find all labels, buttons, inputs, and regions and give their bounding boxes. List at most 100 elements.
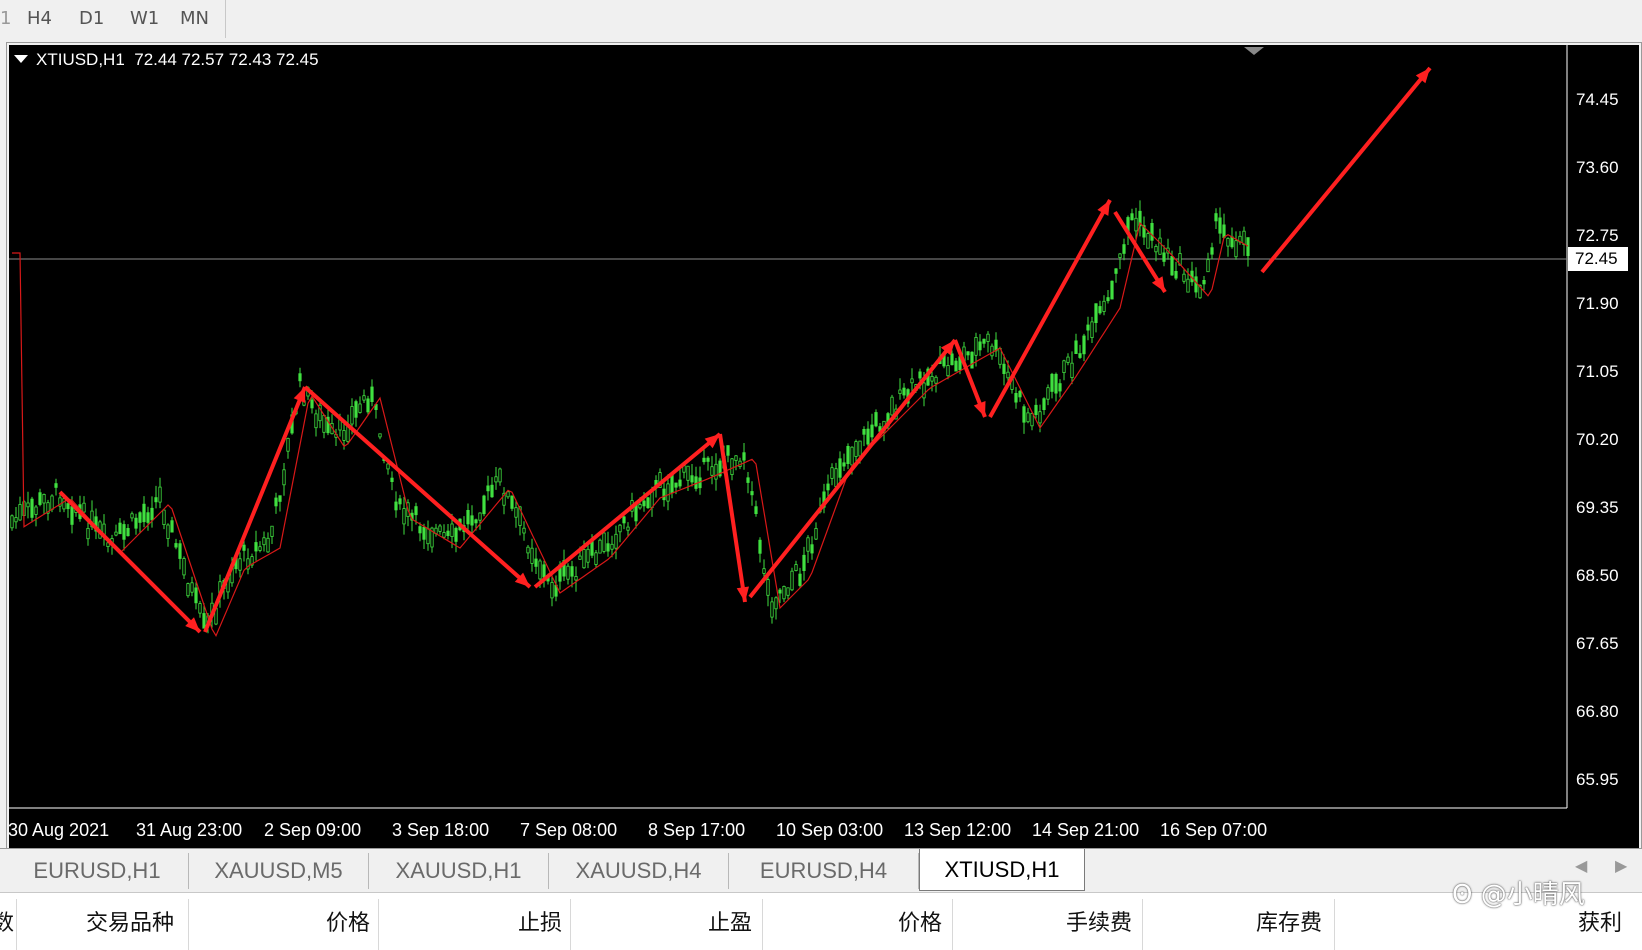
- column-header-symbol[interactable]: 交易品种: [86, 905, 174, 937]
- candle-body: [10, 515, 14, 529]
- tab-xauusd-m5[interactable]: XAUUSD,M5: [189, 853, 369, 889]
- candle-body: [550, 582, 554, 599]
- column-header-close-price[interactable]: 价格: [898, 905, 942, 937]
- candle-body: [990, 345, 994, 357]
- tab-scroll-left-icon[interactable]: ◀: [1575, 856, 1587, 875]
- candle-body: [486, 485, 490, 492]
- x-tick: 3 Sep 18:00: [392, 820, 490, 840]
- candle-body: [1074, 340, 1078, 354]
- candle-body: [750, 491, 754, 496]
- tab-xauusd-h4[interactable]: XAUUSD,H4: [549, 853, 729, 889]
- candle-body: [354, 401, 358, 418]
- candle-body: [1102, 300, 1106, 312]
- candle-body: [902, 387, 906, 396]
- candle-body: [1082, 335, 1086, 355]
- symbol-info[interactable]: XTIUSD,H1 72.44 72.57 72.43 72.45: [14, 50, 319, 70]
- candle-body: [1058, 383, 1062, 392]
- column-header-price[interactable]: 价格: [326, 905, 370, 937]
- column-header-commission[interactable]: 手续费: [1066, 905, 1132, 937]
- tab-xauusd-h1[interactable]: XAUUSD,H1: [369, 853, 549, 889]
- x-tick: 13 Sep 12:00: [904, 820, 1012, 840]
- price-chart[interactable]: [0, 42, 1642, 850]
- candle-body: [574, 576, 578, 581]
- candle-body: [966, 351, 970, 356]
- candle-body: [1090, 321, 1094, 338]
- tab-eurusd-h4[interactable]: EURUSD,H4: [729, 853, 919, 889]
- candle-body: [394, 501, 398, 511]
- tab-scroll-right-icon[interactable]: ▶: [1615, 856, 1627, 875]
- candle-body: [1182, 273, 1186, 282]
- candle-body: [1222, 224, 1226, 238]
- x-tick: 8 Sep 17:00: [648, 820, 746, 840]
- candle-body: [930, 375, 934, 382]
- collapse-triangle-icon[interactable]: [14, 55, 28, 63]
- candle-body: [638, 504, 642, 509]
- y-tick: 72.75: [1576, 226, 1619, 245]
- x-tick: 16 Sep 07:00: [1160, 820, 1268, 840]
- candle-body: [790, 570, 794, 591]
- x-tick: 2 Sep 09:00: [264, 820, 362, 840]
- candle-body: [14, 517, 18, 523]
- candle-body: [170, 520, 174, 533]
- candle-body: [186, 583, 190, 597]
- candle-body: [278, 495, 282, 502]
- candle-body: [694, 476, 698, 489]
- timeframe-h4-button[interactable]: H4: [27, 5, 52, 33]
- candle-body: [142, 503, 146, 523]
- candle-body: [70, 506, 74, 525]
- tab-eurusd-h1[interactable]: EURUSD,H1: [6, 853, 189, 889]
- candle-body: [746, 477, 750, 483]
- candle-body: [970, 351, 974, 369]
- candle-body: [398, 498, 402, 505]
- x-tick: 31 Aug 23:00: [136, 820, 243, 840]
- candle-body: [266, 537, 270, 553]
- candle-body: [66, 503, 70, 510]
- column-header[interactable]: 数: [0, 905, 14, 937]
- candle-body: [1242, 230, 1246, 245]
- column-separator: [570, 899, 571, 950]
- candle-body: [1174, 270, 1178, 279]
- candle-body: [282, 469, 286, 486]
- candle-body: [1210, 247, 1214, 255]
- candle-body: [146, 512, 150, 523]
- candle-body: [1006, 371, 1010, 379]
- candle-body: [814, 528, 818, 540]
- column-header-stop-loss[interactable]: 止损: [518, 905, 562, 937]
- candle-body: [510, 495, 514, 509]
- candle-body: [1066, 356, 1070, 363]
- candle-body: [982, 338, 986, 344]
- candle-body: [490, 484, 494, 498]
- candle-body: [442, 532, 446, 538]
- candle-body: [358, 403, 362, 413]
- candle-body: [1130, 213, 1134, 221]
- candle-body: [30, 498, 34, 518]
- timeframe-w1-button[interactable]: W1: [130, 5, 159, 33]
- timeframe-mn-button[interactable]: MN: [180, 5, 209, 33]
- watermark: ʘ @小晴风: [1452, 874, 1585, 911]
- y-tick: 67.65: [1576, 634, 1619, 653]
- chart-plot-area[interactable]: [9, 45, 1567, 808]
- timeframe-d1-button[interactable]: D1: [79, 5, 104, 33]
- candle-body: [466, 509, 470, 525]
- candle-body: [606, 543, 610, 552]
- candle-body: [646, 497, 650, 509]
- column-header-take-profit[interactable]: 止盈: [708, 905, 752, 937]
- candle-body: [1086, 324, 1090, 331]
- candle-body: [526, 546, 530, 554]
- candle-body: [198, 603, 202, 614]
- candle-body: [514, 507, 518, 518]
- candle-body: [702, 457, 706, 463]
- timeframe-toolbar: 1 H4 D1 W1 MN: [0, 0, 1642, 40]
- y-tick: 69.35: [1576, 498, 1619, 517]
- candle-body: [690, 475, 694, 483]
- candle-body: [1218, 217, 1222, 234]
- y-tick: 73.60: [1576, 158, 1619, 177]
- candle-body: [194, 587, 198, 604]
- y-tick: 71.90: [1576, 294, 1619, 313]
- candle-body: [366, 398, 370, 413]
- candle-body: [242, 544, 246, 551]
- candle-body: [342, 430, 346, 441]
- tab-xtiusd-h1[interactable]: XTIUSD,H1: [919, 849, 1085, 891]
- column-header-swap[interactable]: 库存费: [1256, 905, 1322, 937]
- candle-body: [50, 495, 54, 510]
